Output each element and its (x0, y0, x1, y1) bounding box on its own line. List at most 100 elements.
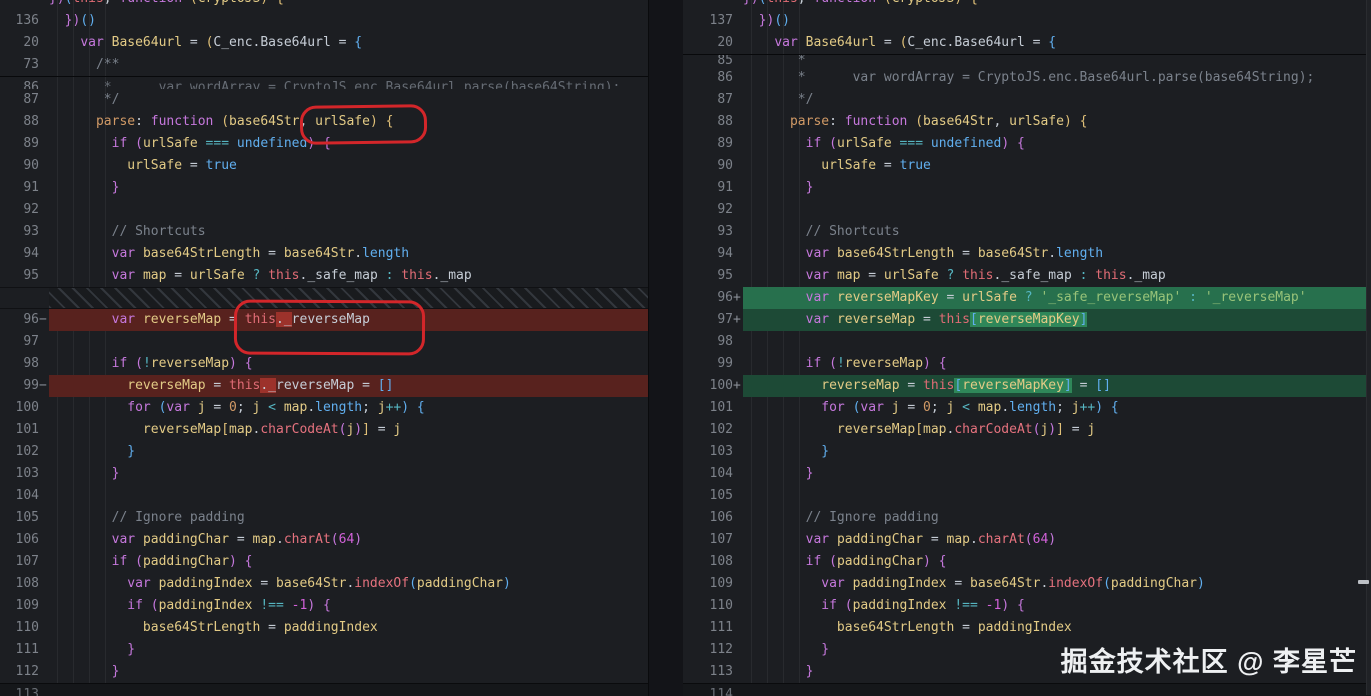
code-token: ) (503, 576, 511, 591)
diff-line: 73 /** (0, 54, 648, 76)
code-token: ) { (1001, 136, 1024, 151)
line-number: 20 (23, 32, 39, 54)
code-token: */ (798, 92, 814, 107)
line-number: 111 (16, 639, 39, 661)
code-token: base64Str (284, 246, 354, 261)
scrollbar-thumb-fragment (1358, 580, 1369, 584)
code-line: var Base64url = (C_enc.Base64url = { (49, 32, 648, 54)
diff-right-panel[interactable]: })(this, function (CryptoJS) {137 })()20… (683, 0, 1371, 696)
code-line: */ (49, 89, 648, 111)
line-number: 96 (23, 309, 39, 331)
code-token: map (837, 268, 860, 283)
code-line: for (var j = 0; j < map.length; j++) { (743, 397, 1371, 419)
diff-line: 105 // Ignore padding (0, 507, 648, 529)
code-token: this (245, 312, 276, 327)
code-token: ( (829, 554, 837, 569)
diff-line: 106 var paddingChar = map.charAt(64) (0, 529, 648, 551)
code-token: CryptoJS (198, 0, 261, 6)
line-number: 112 (16, 661, 39, 683)
code-token: function (151, 114, 221, 129)
line-gutter: 108 (683, 551, 743, 573)
code-line: if (paddingIndex !== -1) { (49, 595, 648, 617)
code-line: var paddingChar = map.charAt(64) (743, 529, 1371, 551)
diff-line: 97 (0, 331, 648, 353)
code-line: * var wordArray = CryptoJS.enc.Base64url… (49, 77, 648, 89)
line-number: 110 (16, 617, 39, 639)
code-token: reverseMap (845, 356, 923, 371)
code-token: ( (884, 0, 892, 6)
added-marker: + (733, 309, 743, 331)
code-token: var (860, 400, 891, 415)
line-gutter: 112 (0, 661, 49, 683)
code-line: // Ignore padding (49, 507, 648, 529)
line-gutter: 113 (0, 684, 49, 696)
line-number: 92 (23, 199, 39, 221)
line-number: 87 (23, 89, 39, 111)
diff-line: 107 if (paddingChar) { (0, 551, 648, 573)
code-token: j (393, 422, 401, 437)
code-line: var reverseMap = this[reverseMapKey] (743, 309, 1371, 331)
code-token: ) { (954, 0, 977, 6)
code-token: ( (1103, 576, 1111, 591)
code-token: charAt (978, 532, 1025, 547)
code-token: ._ (276, 312, 292, 327)
code-line: for (var j = 0; j < map.length; j++) { (49, 397, 648, 419)
code-token: ( (331, 532, 339, 547)
code-line: var paddingIndex = base64Str.indexOf(pad… (49, 573, 648, 595)
line-gutter: 86 (683, 67, 743, 89)
code-token: = (1025, 35, 1048, 50)
code-token: map (253, 532, 276, 547)
code-token: indexOf (1048, 576, 1103, 591)
line-number: 105 (710, 485, 733, 507)
code-token: . (1048, 246, 1056, 261)
line-number: 97 (717, 309, 733, 331)
code-token: base64StrLength (837, 620, 954, 635)
line-number: 136 (16, 10, 39, 32)
line-gutter: 73 (0, 54, 49, 76)
code-token: = (939, 290, 962, 305)
code-token: [ (970, 312, 978, 327)
code-token: var (127, 576, 158, 591)
diff-line: 101 for (var j = 0; j < map.length; j++)… (683, 397, 1371, 419)
code-token: = (331, 35, 354, 50)
code-token: base64Str (276, 576, 346, 591)
code-token: var (80, 35, 111, 50)
code-token: urlSafe (837, 136, 892, 151)
line-gutter: 92 (0, 199, 49, 221)
code-token: reverseMap (151, 356, 229, 371)
code-token: : (1181, 290, 1204, 305)
code-line: if (paddingChar) { (743, 551, 1371, 573)
code-token: ( (845, 598, 853, 613)
diff-line: 111 } (0, 639, 648, 661)
code-token: this (923, 378, 954, 393)
code-token: ! (143, 356, 151, 371)
line-number: 90 (23, 155, 39, 177)
code-line: })() (743, 10, 1371, 32)
code-token: function (813, 0, 883, 6)
line-number: 107 (710, 529, 733, 551)
code-token: var (806, 532, 837, 547)
code-line: } (743, 441, 1371, 463)
code-line: var Base64url = (C_enc.Base64url = { (743, 32, 1371, 54)
code-token: ) (1048, 422, 1056, 437)
code-token: this (962, 268, 993, 283)
code-token: = (947, 576, 970, 591)
code-token: = (923, 532, 946, 547)
code-token: ; (237, 400, 253, 415)
code-token: [ (954, 378, 962, 393)
code-line: */ (743, 89, 1371, 111)
code-token: ? (245, 268, 268, 283)
diff-left-panel[interactable]: })(this, function (CryptoJS) {136 })()20… (0, 0, 649, 696)
diff-line: 86 * var wordArray = CryptoJS.enc.Base64… (0, 76, 648, 89)
code-line: var reverseMapKey = urlSafe ? '_safe_rev… (743, 287, 1371, 309)
code-line: base64StrLength = paddingIndex (743, 617, 1371, 639)
line-gutter: 97 (0, 331, 49, 353)
line-number: 106 (16, 529, 39, 551)
line-gutter: 105 (0, 507, 49, 529)
vertical-scrollbar[interactable] (1366, 0, 1371, 695)
code-line: // Shortcuts (49, 221, 648, 243)
code-token: this (268, 268, 299, 283)
code-token: ) { (370, 114, 393, 129)
code-token: C_enc.Base64url (213, 35, 330, 50)
code-token: = (221, 312, 244, 327)
